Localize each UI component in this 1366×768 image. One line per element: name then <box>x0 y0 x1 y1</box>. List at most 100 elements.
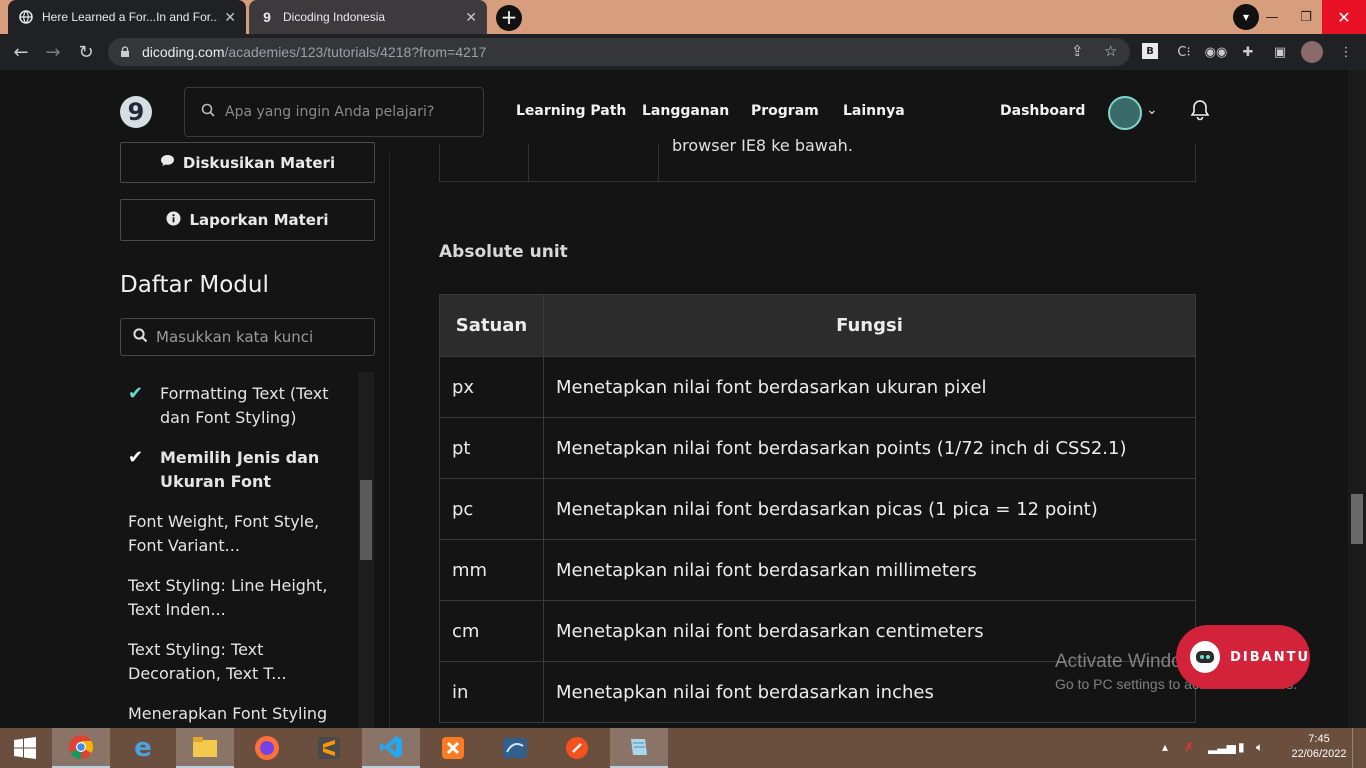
minimize-icon[interactable]: — <box>1254 0 1290 34</box>
chrome-taskbar-icon[interactable] <box>52 728 110 768</box>
tray-show-hidden-icon[interactable]: ▴ <box>1162 740 1168 754</box>
new-tab-button[interactable]: + <box>496 5 522 31</box>
firefox-taskbar-icon[interactable] <box>238 728 296 768</box>
module-item-line-height[interactable]: Text Styling: Line Height, Text Inden... <box>120 574 352 622</box>
check-icon: ✔ <box>128 383 144 404</box>
show-desktop-button[interactable] <box>1352 728 1366 768</box>
previous-table-tail: browser IE8 ke bawah. <box>439 136 1196 182</box>
report-material-button[interactable]: Laporkan Materi <box>120 199 375 241</box>
windows-taskbar: e ▴ ✗ ▂▃▅ ▮ 🔈︎ 7:45 22/06/2022 <box>0 728 1366 768</box>
report-material-label: Laporkan Materi <box>189 211 329 229</box>
module-item-text-decoration[interactable]: Text Styling: Text Decoration, Text T... <box>120 638 352 686</box>
sidebar-scrollbar[interactable] <box>358 372 374 728</box>
description-cell: Menetapkan nilai font berdasarkan points… <box>543 417 1196 479</box>
xampp-taskbar-icon[interactable] <box>424 728 482 768</box>
table-row: pt Menetapkan nilai font berdasarkan poi… <box>439 417 1196 479</box>
column-header-satuan: Satuan <box>439 294 544 357</box>
page-scrollbar[interactable] <box>1348 70 1366 728</box>
search-icon <box>201 103 215 121</box>
clock-time: 7:45 <box>1308 733 1330 745</box>
chat-bubble-icon <box>160 154 175 171</box>
table-header-row: Satuan Fungsi <box>439 294 1196 357</box>
site-search-input[interactable]: Apa yang ingin Anda pelajari? <box>184 87 484 137</box>
discuss-material-label: Diskusikan Materi <box>182 153 336 172</box>
module-item-menerapkan-font[interactable]: Menerapkan Font Styling <box>120 702 352 726</box>
extension-glasses-icon[interactable]: ◉◉ <box>1205 43 1228 61</box>
bookmark-star-icon[interactable]: ☆ <box>1104 42 1117 60</box>
module-item-label: Text Styling: Line Height, Text Inden... <box>128 576 328 619</box>
browser-menu-icon[interactable]: ⋮ <box>1336 43 1356 61</box>
extensions-puzzle-icon[interactable]: ✚ <box>1238 43 1258 61</box>
table-divider <box>528 144 529 182</box>
search-icon <box>133 327 148 347</box>
file-explorer-taskbar-icon[interactable] <box>176 728 234 768</box>
side-panel-icon[interactable]: ▣ <box>1270 43 1290 61</box>
page-scrollbar-thumb[interactable] <box>1351 494 1363 544</box>
dicoding-logo[interactable]: 9 <box>120 96 152 128</box>
discuss-material-button[interactable]: Diskusikan Materi <box>120 142 375 183</box>
notification-bell-icon[interactable] <box>1190 99 1210 126</box>
extension-b-icon[interactable]: B <box>1142 43 1158 59</box>
module-item-memilih-jenis[interactable]: ✔ Memilih Jenis dan Ukuran Font <box>120 446 352 494</box>
taskbar-clock[interactable]: 7:45 22/06/2022 <box>1290 732 1348 762</box>
back-icon[interactable]: ← <box>8 39 34 65</box>
chatbot-icon <box>1190 641 1221 673</box>
browser-tab-active[interactable]: Here Learned a For...In and For...O ✕ <box>8 0 246 34</box>
nav-dashboard[interactable]: Dashboard <box>1000 103 1085 119</box>
windows-start-icon[interactable] <box>0 728 50 768</box>
extension-c-icon[interactable]: C⁝ <box>1174 43 1194 61</box>
module-list-title: Daftar Modul <box>120 272 269 298</box>
nav-langganan[interactable]: Langganan <box>642 103 729 119</box>
url-path: /academies/123/tutorials/4218?from=4217 <box>224 44 487 60</box>
volume-icon[interactable]: 🔈︎ <box>1256 740 1263 755</box>
module-item-label: Memilih Jenis dan Ukuran Font <box>160 448 320 491</box>
address-bar[interactable]: dicoding.com /academies/123/tutorials/42… <box>108 38 1130 66</box>
share-icon[interactable]: ⇪ <box>1071 42 1084 60</box>
chevron-down-icon[interactable]: ⌄ <box>1146 102 1158 118</box>
globe-icon <box>18 9 34 25</box>
module-item-label: Formatting Text (Text dan Font Styling) <box>160 384 329 427</box>
nav-learning-path[interactable]: Learning Path <box>516 103 626 119</box>
site-search-placeholder: Apa yang ingin Anda pelajari? <box>225 104 435 120</box>
network-error-icon[interactable]: ✗ <box>1184 740 1194 754</box>
browser-tab-dicoding[interactable]: 9 Dicoding Indonesia ✕ <box>249 0 487 34</box>
dibantu-chat-button[interactable]: DIBANTU <box>1176 625 1310 689</box>
check-icon: ✔ <box>128 447 144 468</box>
info-icon <box>166 211 181 230</box>
description-cell: Menetapkan nilai font berdasarkan millim… <box>543 539 1196 601</box>
battery-icon[interactable]: ▮ <box>1238 740 1245 754</box>
module-search-placeholder: Masukkan kata kunci <box>156 328 314 346</box>
mysql-workbench-taskbar-icon[interactable] <box>486 728 544 768</box>
module-item-font-weight[interactable]: Font Weight, Font Style, Font Variant... <box>120 510 352 558</box>
module-list: ✔ Formatting Text (Text dan Font Styling… <box>120 372 360 728</box>
internet-explorer-taskbar-icon[interactable]: e <box>114 728 172 768</box>
user-avatar[interactable] <box>1108 96 1142 130</box>
url-host: dicoding.com <box>142 44 225 60</box>
sublime-text-taskbar-icon[interactable] <box>300 728 358 768</box>
dibantu-label: DIBANTU <box>1230 649 1310 665</box>
nav-program[interactable]: Program <box>751 103 819 119</box>
tab-close-icon[interactable]: ✕ <box>224 9 236 26</box>
unit-cell: pc <box>439 478 544 540</box>
module-item-formatting-text[interactable]: ✔ Formatting Text (Text dan Font Styling… <box>120 382 352 430</box>
vscode-taskbar-icon[interactable] <box>362 728 420 768</box>
close-window-icon[interactable]: ✕ <box>1322 0 1366 34</box>
section-heading: Absolute unit <box>439 242 568 262</box>
module-item-label: Menerapkan Font Styling <box>128 704 328 723</box>
browser-tab-strip: Here Learned a For...In and For...O ✕ 9 … <box>0 0 1366 34</box>
unit-cell: cm <box>439 600 544 662</box>
forward-icon[interactable]: → <box>40 39 66 65</box>
restore-icon[interactable]: ❐ <box>1290 0 1322 34</box>
reload-icon[interactable]: ↻ <box>73 39 99 65</box>
module-search-input[interactable]: Masukkan kata kunci <box>120 318 375 356</box>
tab-close-icon[interactable]: ✕ <box>465 9 477 26</box>
wifi-signal-icon[interactable]: ▂▃▅ <box>1208 740 1236 754</box>
unit-cell: pt <box>439 417 544 479</box>
sidebar-scrollbar-thumb[interactable] <box>360 480 372 560</box>
drawing-app-taskbar-icon[interactable] <box>548 728 606 768</box>
unit-cell: mm <box>439 539 544 601</box>
notes-app-taskbar-icon[interactable] <box>610 728 668 768</box>
nav-lainnya[interactable]: Lainnya <box>843 103 905 119</box>
profile-avatar-icon[interactable] <box>1301 41 1323 63</box>
description-cell: Menetapkan nilai font berdasarkan ukuran… <box>543 356 1196 418</box>
